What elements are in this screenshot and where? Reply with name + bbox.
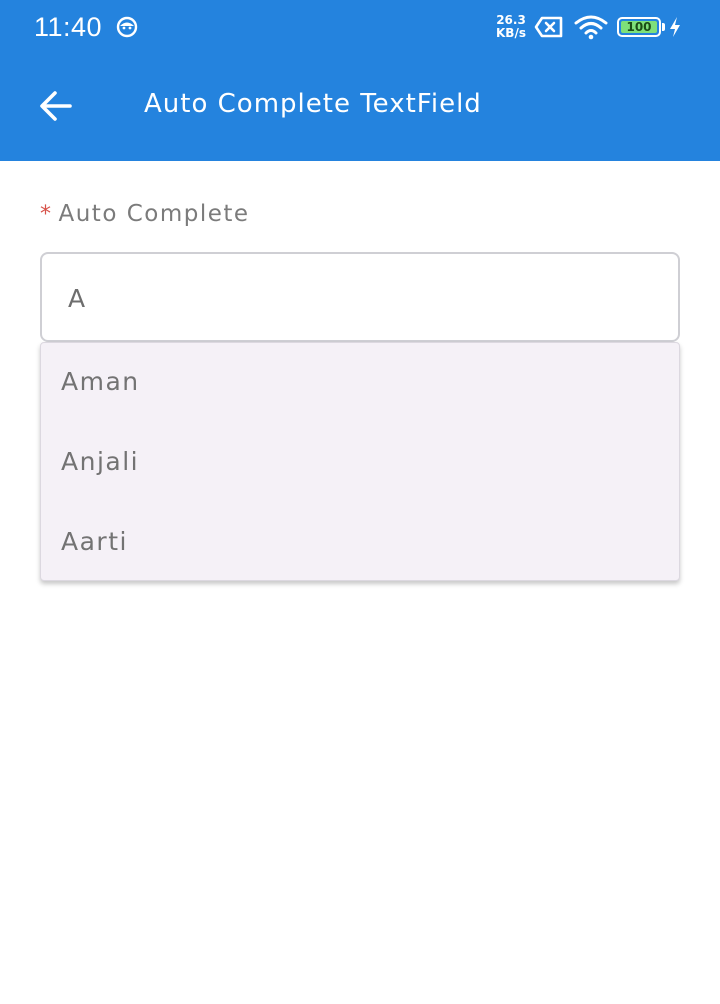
- autocomplete-input[interactable]: [68, 280, 648, 316]
- field-label-text: Auto Complete: [58, 201, 250, 227]
- status-time: 11:40: [34, 12, 103, 42]
- arrow-back-icon: [40, 91, 72, 121]
- suggestion-item-aarti[interactable]: Aarti: [41, 503, 679, 583]
- back-button[interactable]: [28, 80, 84, 132]
- face-notification-icon: [116, 16, 138, 38]
- suggestion-label: Aman: [61, 367, 140, 396]
- status-bar: 11:40 26.3 KB/s 100: [0, 0, 720, 56]
- app-bar: Auto Complete TextField: [0, 56, 720, 161]
- page-title: Auto Complete TextField: [144, 89, 482, 119]
- field-label: * Auto Complete: [40, 201, 250, 227]
- network-speed: 26.3 KB/s: [494, 14, 528, 40]
- battery-terminal: [662, 23, 665, 31]
- suggestion-item-aman[interactable]: Aman: [41, 343, 679, 423]
- suggestions-dropdown: Aman Anjali Aarti: [40, 342, 680, 581]
- network-speed-unit: KB/s: [496, 26, 526, 40]
- suggestion-item-anjali[interactable]: Anjali: [41, 423, 679, 503]
- wifi-icon: [574, 15, 608, 40]
- no-sim-icon: [534, 16, 563, 38]
- suggestion-label: Aarti: [61, 527, 128, 556]
- autocomplete-input-container[interactable]: [40, 252, 680, 342]
- battery-level: 100: [621, 21, 657, 33]
- suggestion-label: Anjali: [61, 447, 140, 476]
- battery-icon: 100: [617, 17, 661, 37]
- charging-bolt-icon: [670, 17, 680, 37]
- required-marker: *: [40, 202, 53, 227]
